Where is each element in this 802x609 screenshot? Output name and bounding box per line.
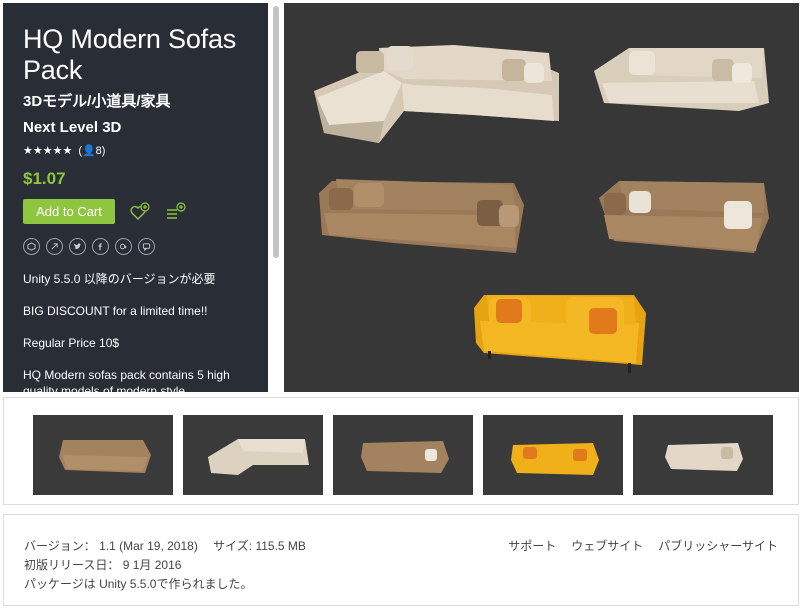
comment-icon[interactable] — [138, 238, 155, 255]
thumbnail-beige-sectional[interactable] — [183, 415, 323, 495]
google-plus-icon[interactable] — [115, 238, 132, 255]
rating-stars: ★★★★★ — [23, 145, 73, 157]
description-line-summary: HQ Modern sofas pack contains 5 high qua… — [23, 368, 230, 392]
package-meta: バージョン： 1.1 (Mar 19, 2018) サイズ: 115.5 MB … — [24, 537, 306, 594]
beige-sectional-sofa — [314, 45, 559, 143]
thumbnail-brown-sofa[interactable] — [33, 415, 173, 495]
yellow-sofa — [474, 295, 646, 373]
brown-sofa-angle — [599, 181, 769, 253]
publisher-link[interactable]: Next Level 3D — [23, 118, 250, 138]
brown-sofa — [319, 179, 524, 253]
facebook-icon[interactable] — [92, 238, 109, 255]
product-category-link[interactable]: 3Dモデル/小道具/家具 — [23, 92, 250, 112]
support-link[interactable]: サポート — [508, 537, 556, 556]
release-date-line: 初版リリース日： 9 1月 2016 — [24, 558, 182, 572]
asset-store-page: HQ Modern Sofas Pack 3Dモデル/小道具/家具 Next L… — [0, 0, 802, 609]
scrollbar-thumb[interactable] — [273, 6, 279, 258]
thumbnail-strip — [3, 397, 799, 505]
product-description: Unity 5.5.0 以降のバージョンが必要 BIG DISCOUNT for… — [23, 271, 250, 392]
add-to-wishlist-icon[interactable] — [129, 201, 151, 223]
thumbnail-yellow-sofa[interactable] — [483, 415, 623, 495]
publisher-links: サポート ウェブサイト パブリッシャーサイト — [508, 537, 778, 556]
product-title: HQ Modern Sofas Pack — [23, 24, 237, 85]
add-to-list-icon[interactable] — [165, 201, 187, 223]
add-to-cart-button[interactable]: Add to Cart — [23, 199, 115, 224]
thumbnail-brown-sofa-angle[interactable] — [333, 415, 473, 495]
social-share-row — [23, 238, 250, 255]
description-line-regular-price: Regular Price 10$ — [23, 336, 120, 350]
thumbnail-beige-sofa[interactable] — [633, 415, 773, 495]
description-line-discount: BIG DISCOUNT for a limited time!! — [23, 304, 208, 318]
version-size-line: バージョン： 1.1 (Mar 19, 2018) サイズ: 115.5 MB — [24, 539, 306, 553]
product-price: $1.07 — [23, 169, 66, 188]
unity-icon[interactable] — [23, 238, 40, 255]
sidebar-scrollbar[interactable] — [270, 3, 282, 392]
publisher-site-link[interactable]: パブリッシャーサイト — [658, 537, 778, 556]
rating[interactable]: ★★★★★ (👤8) — [23, 144, 250, 158]
website-link[interactable]: ウェブサイト — [571, 537, 643, 556]
description-line-requirement: Unity 5.5.0 以降のバージョンが必要 — [23, 272, 216, 286]
unity-version-line: パッケージは Unity 5.5.0で作られました。 — [24, 577, 253, 591]
twitter-icon[interactable] — [69, 238, 86, 255]
beige-sofa — [594, 48, 769, 111]
main-preview-image[interactable] — [284, 3, 799, 392]
buy-row: Add to Cart — [23, 199, 250, 224]
share-icon[interactable] — [46, 238, 63, 255]
product-info-panel: HQ Modern Sofas Pack 3Dモデル/小道具/家具 Next L… — [3, 3, 268, 392]
rating-count: (👤8) — [78, 145, 106, 157]
package-details: バージョン： 1.1 (Mar 19, 2018) サイズ: 115.5 MB … — [3, 514, 799, 606]
